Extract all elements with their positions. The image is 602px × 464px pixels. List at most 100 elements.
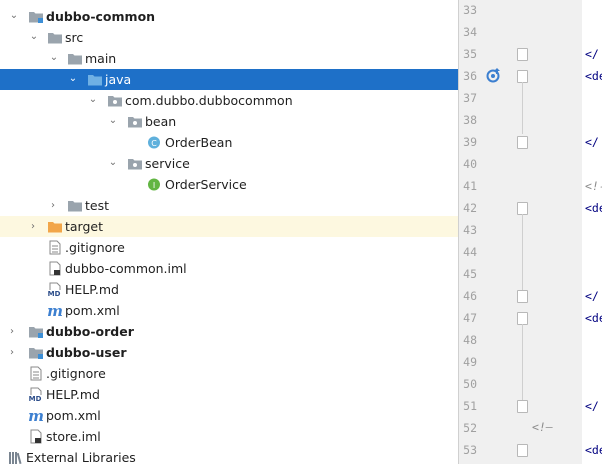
chevron-down-icon[interactable]: ⌄ — [107, 110, 119, 131]
markdown-file-icon: MD — [28, 387, 44, 403]
fold-guide — [522, 324, 523, 400]
line-number: 34 — [463, 25, 477, 39]
line-number: 52 — [463, 421, 477, 435]
tree-row-pom-xml[interactable]: m pom.xml — [0, 300, 458, 321]
fold-marker[interactable] — [517, 400, 528, 413]
svg-text:MD: MD — [48, 290, 61, 297]
tree-label: service — [145, 156, 190, 171]
line-number: 48 — [463, 333, 477, 347]
iml-file-icon — [28, 429, 44, 444]
tree-row-gitignore[interactable]: .gitignore — [0, 237, 458, 258]
chevron-down-icon[interactable]: ⌄ — [87, 89, 99, 110]
iml-file-icon — [47, 261, 63, 276]
tree-row-test[interactable]: › test — [0, 195, 458, 216]
fold-marker[interactable] — [517, 48, 528, 61]
excluded-folder-icon — [47, 219, 63, 234]
tree-label: OrderService — [165, 177, 247, 192]
text-file-icon — [47, 240, 63, 255]
line-number: 35 — [463, 47, 477, 61]
tree-label: dubbo-common.iml — [65, 261, 187, 276]
project-tree-panel[interactable]: ⌄ dubbo-common ⌄ src ⌄ main ⌄ java ⌄ com… — [0, 0, 458, 464]
tree-row-service[interactable]: ⌄ service — [0, 153, 458, 174]
tree-label: .gitignore — [46, 366, 106, 381]
tree-row-pom-xml-root[interactable]: m pom.xml — [0, 405, 458, 426]
line-number: 33 — [463, 3, 477, 17]
tree-row-orderbean[interactable]: C OrderBean — [0, 132, 458, 153]
code-editor[interactable]: </ <de </ <!- <de </ <de </ <de — [582, 0, 602, 464]
maven-icon: m — [47, 302, 63, 320]
chevron-down-icon[interactable]: ⌄ — [8, 5, 20, 26]
tree-label: main — [85, 51, 117, 66]
text-file-icon — [28, 366, 44, 381]
fold-guide — [522, 214, 523, 290]
tree-row-package-dubbocommon[interactable]: ⌄ com.dubbo.dubbocommon — [0, 90, 458, 111]
chevron-down-icon[interactable]: ⌄ — [48, 47, 60, 68]
code-line: </ — [585, 135, 599, 149]
chevron-right-icon[interactable]: › — [6, 321, 18, 342]
markdown-file-icon: MD — [47, 282, 63, 298]
tree-label: com.dubbo.dubbocommon — [125, 93, 293, 108]
chevron-down-icon[interactable]: ⌄ — [28, 26, 40, 47]
line-number: 43 — [463, 223, 477, 237]
tree-label: store.iml — [46, 429, 101, 444]
maven-icon: m — [28, 407, 44, 425]
module-folder-icon — [28, 324, 44, 339]
tree-row-dubbo-common-iml[interactable]: dubbo-common.iml — [0, 258, 458, 279]
chevron-down-icon[interactable]: ⌄ — [107, 152, 119, 173]
tree-label: HELP.md — [65, 282, 119, 297]
chevron-right-icon[interactable]: › — [47, 195, 59, 216]
code-line: <de — [585, 201, 602, 215]
chevron-down-icon[interactable]: ⌄ — [67, 68, 79, 89]
fold-marker[interactable] — [517, 290, 528, 303]
line-number: 37 — [463, 91, 477, 105]
module-folder-icon — [28, 9, 44, 24]
fold-marker[interactable] — [517, 444, 528, 457]
code-line: </ — [585, 289, 599, 303]
chevron-right-icon[interactable]: › — [6, 342, 18, 363]
code-line: <de — [585, 69, 602, 83]
tree-row-java[interactable]: ⌄ java — [0, 69, 458, 90]
tree-label: src — [65, 30, 84, 45]
line-number: 38 — [463, 113, 477, 127]
tree-label: pom.xml — [46, 408, 101, 423]
tree-label: dubbo-user — [46, 345, 127, 360]
tree-row-help-md-root[interactable]: MD HELP.md — [0, 384, 458, 405]
package-icon — [127, 114, 143, 129]
line-number: 53 — [463, 443, 477, 457]
class-icon: C — [147, 135, 163, 150]
line-number: 39 — [463, 135, 477, 149]
override-method-icon[interactable] — [485, 66, 503, 84]
tree-row-external-libraries[interactable]: External Libraries — [0, 447, 458, 464]
tree-row-src[interactable]: ⌄ src — [0, 27, 458, 48]
code-line: </ — [585, 399, 599, 413]
svg-text:m: m — [28, 408, 44, 423]
tree-row-store-iml[interactable]: store.iml — [0, 426, 458, 447]
fold-guide — [522, 82, 523, 134]
svg-text:m: m — [47, 303, 63, 318]
tree-row-gitignore-root[interactable]: .gitignore — [0, 363, 458, 384]
line-number: 50 — [463, 377, 477, 391]
tree-row-bean[interactable]: ⌄ bean — [0, 111, 458, 132]
svg-text:C: C — [151, 139, 157, 148]
fold-marker[interactable] — [517, 136, 528, 149]
folder-icon — [67, 51, 83, 66]
comment-token: <!— — [532, 420, 553, 434]
svg-text:MD: MD — [29, 395, 42, 402]
line-number: 44 — [463, 245, 477, 259]
tree-row-target[interactable]: › target — [0, 216, 458, 237]
code-line: </ — [585, 47, 599, 61]
editor-gutter[interactable]: 33 34 35 36 37 38 39 40 41 42 43 44 45 4… — [459, 0, 582, 464]
line-number: 42 — [463, 201, 477, 215]
tree-row-dubbo-user[interactable]: › dubbo-user — [0, 342, 458, 363]
tree-row-main[interactable]: ⌄ main — [0, 48, 458, 69]
tree-label: bean — [145, 114, 177, 129]
tree-row-dubbo-order[interactable]: › dubbo-order — [0, 321, 458, 342]
line-number: 36 — [463, 69, 477, 83]
tree-row-orderservice[interactable]: I OrderService — [0, 174, 458, 195]
folder-icon — [67, 198, 83, 213]
tree-row-dubbo-common[interactable]: ⌄ dubbo-common — [0, 6, 458, 27]
chevron-right-icon[interactable]: › — [27, 216, 39, 237]
tree-row-help-md[interactable]: MD HELP.md — [0, 279, 458, 300]
tree-label: java — [105, 72, 132, 87]
folder-icon — [47, 30, 63, 45]
